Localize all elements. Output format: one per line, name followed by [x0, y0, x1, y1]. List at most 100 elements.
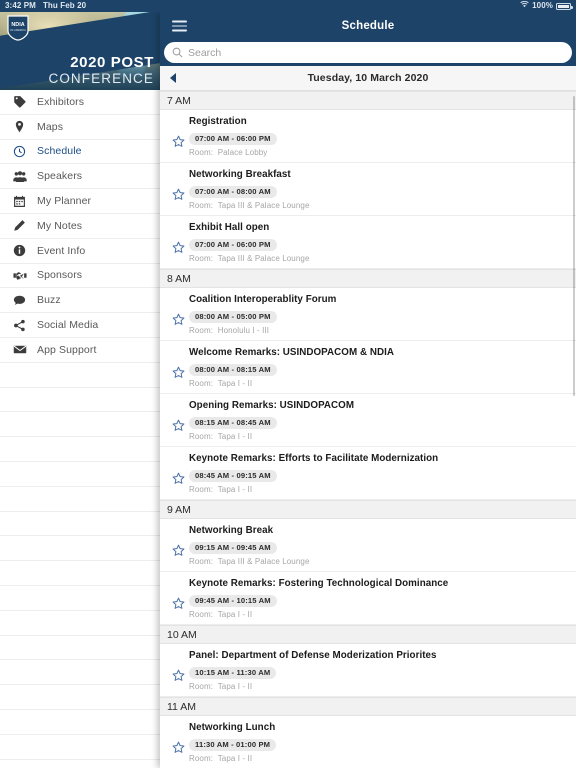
sidebar-menu: Exhibitors Maps Schedule Speakers My Pla…	[0, 90, 160, 768]
session-title: Registration	[189, 116, 247, 127]
sidebar-item-label: Buzz	[37, 294, 61, 307]
hour-header: 10 AM	[160, 625, 576, 644]
session-time-badge: 08:00 AM - 05:00 PM	[189, 311, 277, 323]
banner-line-1: 2020 POST	[70, 54, 154, 71]
search-bar-container: Search	[160, 40, 576, 66]
schedule-item[interactable]: Exhibit Hall open 07:00 AM - 06:00 PM Room…	[160, 216, 576, 269]
schedule-item[interactable]: Keynote Remarks: Efforts to Facilitate M…	[160, 447, 576, 500]
clock-icon	[13, 145, 30, 158]
session-time-badge: 09:45 AM - 10:15 AM	[189, 595, 277, 607]
sidebar-empty-row	[0, 611, 160, 636]
session-room: Room: Palace Lobby	[189, 148, 268, 157]
ndia-shield-logo: NDIA OF AMERICA	[7, 15, 29, 41]
current-date-label: Tuesday, 10 March 2020	[307, 72, 429, 84]
date-navigation-bar: Tuesday, 10 March 2020	[160, 66, 576, 91]
wifi-icon	[520, 0, 529, 12]
session-title: Keynote Remarks: Efforts to Facilitate M…	[189, 453, 439, 464]
sidebar-item-label: My Planner	[37, 195, 92, 208]
session-time-badge: 09:15 AM - 09:45 AM	[189, 542, 277, 554]
sidebar-empty-row	[0, 388, 160, 413]
sidebar: NDIA OF AMERICA 2020 POST CONFERENCE Exh…	[0, 12, 160, 768]
star-outline-icon[interactable]	[168, 115, 189, 157]
session-time-badge: 07:00 AM - 06:00 PM	[189, 239, 277, 251]
star-outline-icon[interactable]	[168, 168, 189, 210]
handshake-icon	[13, 269, 30, 282]
schedule-item[interactable]: Welcome Remarks: USINDOPACOM & NDIA 08:00…	[160, 341, 576, 394]
conference-banner: NDIA OF AMERICA 2020 POST CONFERENCE	[0, 12, 160, 90]
star-outline-icon[interactable]	[168, 293, 189, 335]
svg-text:NDIA: NDIA	[11, 22, 24, 28]
sidebar-empty-row	[0, 363, 160, 388]
schedule-item[interactable]: Panel: Department of Defense Moderizatio…	[160, 644, 576, 697]
sidebar-item-event-info[interactable]: Event Info	[0, 239, 160, 264]
sidebar-empty-row	[0, 760, 160, 768]
sidebar-item-sponsors[interactable]: Sponsors	[0, 264, 160, 289]
sidebar-item-exhibitors[interactable]: Exhibitors	[0, 90, 160, 115]
session-title: Exhibit Hall open	[189, 222, 270, 233]
schedule-item[interactable]: Networking Break 09:15 AM - 09:45 AM Room:…	[160, 519, 576, 572]
schedule-item[interactable]: Networking Breakfast 07:00 AM - 08:00 AM R…	[160, 163, 576, 216]
schedule-item-body: Opening Remarks: USINDOPACOM 08:15 AM - 0…	[189, 399, 568, 441]
sidebar-empty-row	[0, 735, 160, 760]
sidebar-item-label: Event Info	[37, 244, 86, 257]
session-room: Room: Tapa I - II	[189, 432, 253, 441]
star-outline-icon[interactable]	[168, 221, 189, 263]
sidebar-item-social-media[interactable]: Social Media	[0, 313, 160, 338]
schedule-item[interactable]: Networking Lunch 11:30 AM - 01:00 PM Room:…	[160, 716, 576, 768]
session-time-badge: 07:00 AM - 08:00 AM	[189, 186, 277, 198]
star-outline-icon[interactable]	[168, 399, 189, 441]
people-icon	[13, 170, 30, 183]
star-outline-icon[interactable]	[168, 346, 189, 388]
session-room: Room: Tapa I - II	[189, 485, 253, 494]
sidebar-item-maps[interactable]: Maps	[0, 115, 160, 140]
sidebar-item-schedule[interactable]: Schedule	[0, 140, 160, 165]
hour-header: 11 AM	[160, 697, 576, 716]
sidebar-empty-row	[0, 561, 160, 586]
sidebar-item-label: Speakers	[37, 170, 83, 183]
search-icon	[172, 47, 183, 58]
session-title: Welcome Remarks: USINDOPACOM & NDIA	[189, 347, 394, 358]
sidebar-empty-row	[0, 536, 160, 562]
sidebar-empty-row	[0, 710, 160, 735]
session-room: Room: Tapa I - II	[189, 610, 253, 619]
star-outline-icon[interactable]	[168, 577, 189, 619]
chevron-left-icon[interactable]	[170, 72, 180, 84]
session-time-badge: 08:45 AM - 09:15 AM	[189, 470, 277, 482]
sidebar-item-buzz[interactable]: Buzz	[0, 288, 160, 314]
schedule-item-body: Coalition Interoperablity Forum 08:00 AM …	[189, 293, 568, 335]
sidebar-item-speakers[interactable]: Speakers	[0, 164, 160, 190]
sidebar-item-my-notes[interactable]: My Notes	[0, 214, 160, 239]
session-room: Room: Tapa III & Palace Lounge	[189, 254, 310, 263]
schedule-item-body: Keynote Remarks: Fostering Technological…	[189, 577, 568, 619]
banner-line-2: CONFERENCE	[48, 71, 154, 86]
star-outline-icon[interactable]	[168, 452, 189, 494]
schedule-item-body: Panel: Department of Defense Moderizatio…	[189, 649, 568, 691]
schedule-item[interactable]: Opening Remarks: USINDOPACOM 08:15 AM - 0…	[160, 394, 576, 447]
sidebar-item-label: Schedule	[37, 145, 82, 158]
star-outline-icon[interactable]	[168, 524, 189, 566]
schedule-list[interactable]: 7 AM Registration 07:00 AM - 06:00 PM Room:…	[160, 91, 576, 768]
battery-percent-label: 100%	[532, 1, 553, 10]
star-outline-icon[interactable]	[168, 649, 189, 691]
search-input[interactable]: Search	[164, 42, 572, 63]
hour-header: 9 AM	[160, 500, 576, 519]
schedule-item[interactable]: Registration 07:00 AM - 06:00 PM Room: Pal…	[160, 110, 576, 163]
sidebar-item-label: Exhibitors	[37, 95, 85, 108]
status-bar-time: 3:42 PM	[5, 1, 36, 10]
sidebar-item-label: My Notes	[37, 219, 83, 232]
status-bar-indicators: 100%	[520, 0, 573, 12]
app-header: Schedule	[160, 12, 576, 40]
sidebar-item-app-support[interactable]: App Support	[0, 338, 160, 363]
banner-title-block: 2020 POST CONFERENCE	[48, 54, 154, 87]
session-room: Room: Tapa III & Palace Lounge	[189, 557, 310, 566]
hamburger-menu-icon[interactable]	[172, 20, 187, 32]
sidebar-item-my-planner[interactable]: My Planner	[0, 189, 160, 214]
chat-icon	[13, 294, 30, 307]
page-title: Schedule	[341, 20, 395, 32]
star-outline-icon[interactable]	[168, 721, 189, 763]
schedule-item[interactable]: Keynote Remarks: Fostering Technological…	[160, 572, 576, 625]
sidebar-item-label: App Support	[37, 343, 97, 356]
schedule-item[interactable]: Coalition Interoperablity Forum 08:00 AM …	[160, 288, 576, 341]
scrollbar-thumb[interactable]	[572, 96, 575, 396]
sidebar-item-label: Social Media	[37, 319, 99, 332]
